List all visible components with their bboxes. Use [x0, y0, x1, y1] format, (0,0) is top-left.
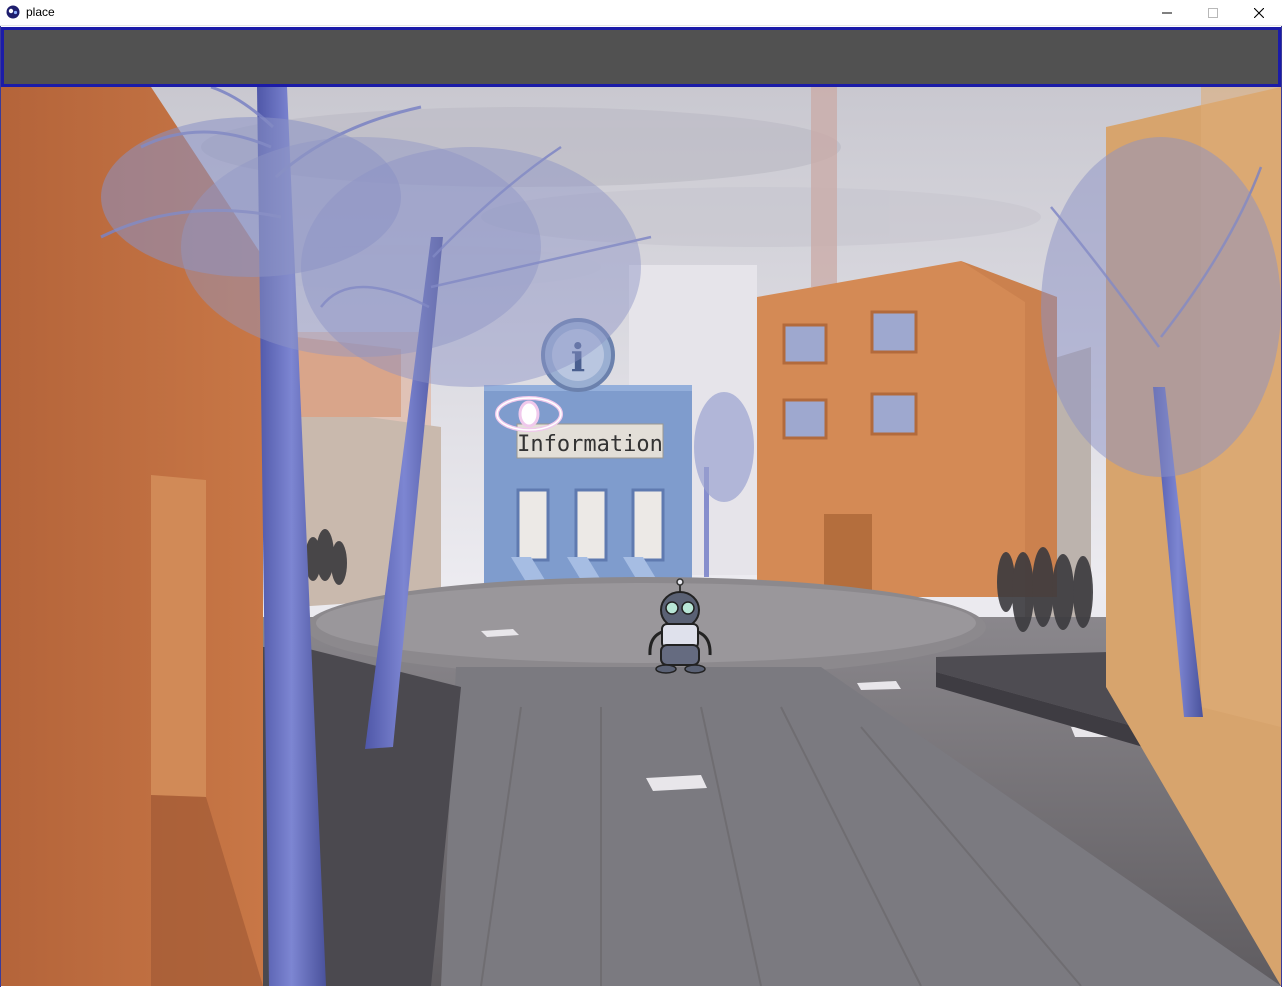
app-icon: [6, 5, 20, 19]
left-building-doorway: [151, 475, 206, 797]
minimize-button[interactable]: [1144, 0, 1190, 26]
maximize-button[interactable]: [1190, 0, 1236, 26]
window-title: place: [26, 5, 55, 19]
close-button[interactable]: [1236, 0, 1282, 26]
information-sign-text: Information: [517, 432, 663, 457]
minimize-icon: [1162, 12, 1172, 14]
town-square-scene: i Information: [1, 87, 1281, 986]
info-building-doors: [516, 488, 665, 562]
game-viewport[interactable]: i Information: [1, 87, 1281, 986]
smokestack: [811, 87, 837, 287]
inventory-bar[interactable]: [1, 27, 1281, 87]
close-icon: [1254, 8, 1264, 18]
title-bar[interactable]: place: [0, 0, 1282, 26]
orange-building-door: [824, 514, 872, 592]
maximize-icon: [1208, 8, 1218, 18]
